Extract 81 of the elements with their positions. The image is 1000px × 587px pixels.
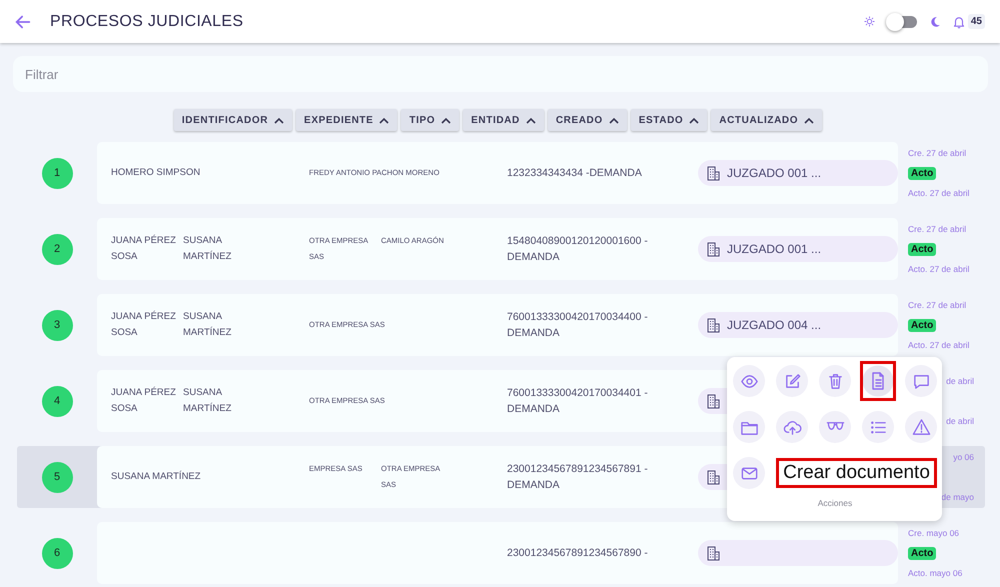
building-icon bbox=[707, 470, 720, 484]
tooltip: Crear documento bbox=[776, 458, 937, 488]
notification-count: 45 bbox=[968, 14, 985, 29]
created-date: Cre. 27 de abril bbox=[908, 148, 966, 158]
court-name: JUZGADO 001 ... bbox=[727, 166, 822, 180]
moon-icon bbox=[928, 16, 941, 28]
action-button[interactable] bbox=[905, 411, 937, 443]
court-name: JUZGADO 001 ... bbox=[727, 242, 822, 256]
party-name: JUANA PÉREZ SOSA bbox=[111, 234, 177, 264]
updated-date: Acto. 27 de abril bbox=[908, 188, 970, 198]
action-button[interactable] bbox=[819, 411, 851, 443]
row-number: 6 bbox=[42, 538, 72, 568]
action-button[interactable] bbox=[776, 411, 808, 443]
action-button[interactable] bbox=[733, 365, 765, 397]
action-button[interactable] bbox=[860, 361, 896, 401]
updated-date: Acto. mayo 06 bbox=[908, 568, 962, 578]
created-date: Cre. mayo 06 bbox=[908, 528, 960, 538]
building-icon bbox=[707, 242, 720, 256]
building-icon bbox=[707, 166, 720, 180]
caret-up-icon bbox=[689, 116, 700, 124]
sort-chip[interactable]: ENTIDAD bbox=[463, 109, 544, 131]
building-icon bbox=[707, 394, 720, 408]
action-button[interactable] bbox=[819, 365, 851, 397]
row-number: 1 bbox=[42, 158, 72, 188]
party-name: SUSANA MARTÍNEZ bbox=[183, 386, 232, 416]
updated-date: de mayo bbox=[941, 492, 974, 502]
status-badge: Acto bbox=[908, 546, 936, 560]
party-name: JUANA PÉREZ SOSA bbox=[111, 386, 177, 416]
action-button[interactable] bbox=[905, 365, 937, 397]
row-number: 5 bbox=[42, 462, 72, 492]
sort-chip[interactable]: ESTADO bbox=[630, 109, 708, 131]
party-name: HOMERO SIMPSON bbox=[111, 166, 200, 180]
updated-date: de abril bbox=[946, 416, 974, 426]
action-button[interactable] bbox=[776, 365, 808, 397]
row-number: 4 bbox=[42, 386, 72, 416]
case-number: 23001234567891234567890 - bbox=[507, 547, 648, 559]
updated-date: Acto. 27 de abril bbox=[908, 340, 970, 350]
building-icon bbox=[707, 318, 720, 332]
caret-up-icon bbox=[441, 116, 452, 124]
created-date: Cre. 27 de abril bbox=[908, 300, 966, 310]
created-date: Cre. 27 de abril bbox=[908, 224, 966, 234]
sort-chip[interactable]: IDENTIFICADOR bbox=[174, 109, 292, 131]
status-badge: Acto bbox=[908, 318, 936, 332]
caret-up-icon bbox=[804, 116, 814, 124]
action-button[interactable] bbox=[733, 457, 765, 489]
court-name: JUZGADO 004 ... bbox=[727, 318, 822, 332]
sun-icon bbox=[864, 16, 875, 27]
back-arrow-icon[interactable] bbox=[14, 12, 32, 30]
sort-chip[interactable]: EXPEDIENTE bbox=[296, 109, 398, 131]
action-button[interactable] bbox=[733, 411, 765, 443]
filter-field[interactable]: Filtrar bbox=[13, 56, 988, 92]
party-name: JUANA PÉREZ SOSA bbox=[111, 310, 177, 340]
case-number: 76001333300420170034400 - DEMANDA bbox=[507, 311, 648, 339]
row-number: 2 bbox=[42, 234, 72, 264]
status-badge: Acto bbox=[908, 166, 936, 180]
created-date: de abril bbox=[946, 376, 974, 386]
party-name: SUSANA MARTÍNEZ bbox=[183, 310, 232, 340]
case-number: 23001234567891234567891 - DEMANDA bbox=[507, 463, 648, 491]
sort-chip[interactable]: TIPO bbox=[401, 109, 460, 131]
page-title: PROCESOS JUDICIALES bbox=[50, 12, 244, 30]
case-number: 76001333300420170034401 - DEMANDA bbox=[507, 387, 648, 415]
sort-chip[interactable]: ACTUALIZADO bbox=[711, 109, 822, 131]
building-icon bbox=[707, 546, 720, 560]
status-badge: Acto bbox=[908, 242, 936, 256]
row-number: 3 bbox=[42, 310, 72, 340]
updated-date: Acto. 27 de abril bbox=[908, 264, 970, 274]
party-name: SUSANA MARTÍNEZ bbox=[111, 470, 201, 484]
theme-toggle[interactable] bbox=[888, 16, 917, 28]
caret-up-icon bbox=[608, 116, 619, 124]
bell-icon[interactable] bbox=[952, 14, 966, 28]
menu-caption: Acciones bbox=[816, 498, 854, 508]
party-name: SUSANA MARTÍNEZ bbox=[183, 234, 232, 264]
caret-up-icon bbox=[274, 116, 284, 124]
warning-icon bbox=[912, 418, 930, 436]
caret-up-icon bbox=[526, 116, 536, 124]
case-number: 1232334343434 -DEMANDA bbox=[507, 167, 642, 179]
case-number: 15480408900120120001600 - DEMANDA bbox=[507, 235, 648, 263]
created-date: yo 06 bbox=[953, 452, 974, 462]
caret-up-icon bbox=[379, 116, 390, 124]
action-button[interactable] bbox=[862, 411, 894, 443]
sort-chip[interactable]: CREADO bbox=[548, 109, 627, 131]
